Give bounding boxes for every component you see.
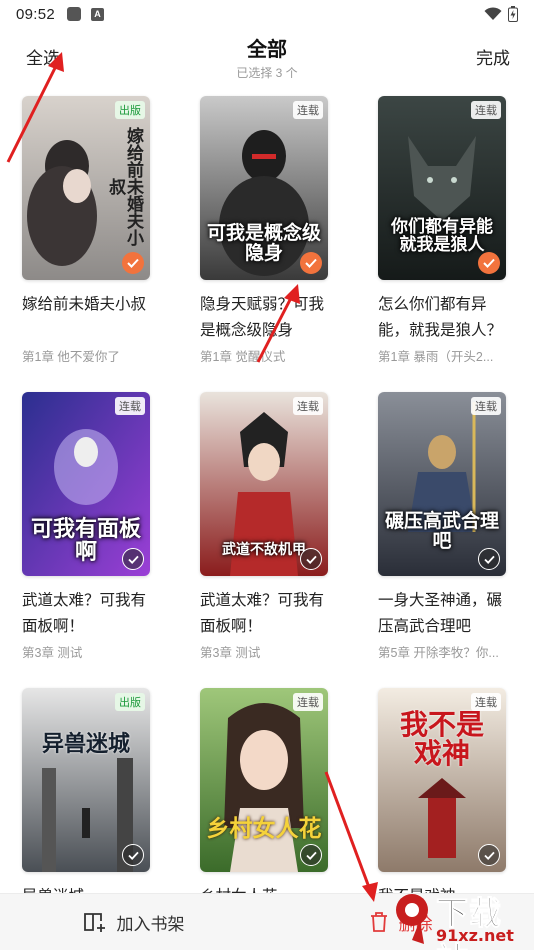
header: 全选 全部 已选择 3 个 完成: [0, 28, 534, 84]
cover-title: 碾压高武合理吧: [384, 511, 499, 552]
cover-title: 我不是戏神: [399, 709, 484, 770]
status-badge: 连载: [115, 397, 145, 415]
book-item[interactable]: 连载 碾压高武合理吧 一身大圣神通，碾压高武合理吧 第5章 开除李牧？你...: [378, 392, 506, 661]
status-badge: 连载: [293, 101, 323, 119]
cover-title: 异兽迷城: [41, 731, 130, 756]
add-bookshelf-icon: [83, 913, 105, 932]
book-cover[interactable]: 连载 乡村女人花: [200, 688, 328, 872]
book-title: 怎么你们都有异能，就我是狼人？: [378, 296, 503, 339]
book-cover[interactable]: 连载 你们都有异能就我是狼人: [378, 96, 506, 280]
status-badge: 连载: [471, 397, 501, 415]
add-to-shelf-button[interactable]: 加入书架: [0, 894, 267, 950]
book-chapter: 第3章 测试: [22, 646, 83, 660]
page-title: 全部: [247, 39, 287, 61]
status-badge: 出版: [115, 693, 145, 711]
notification-icon: [67, 7, 82, 21]
cover-title: 嫁给前未婚夫小叔: [106, 126, 143, 246]
book-title: 嫁给前未婚夫小叔: [22, 296, 147, 313]
book-cover[interactable]: 连载 可我有面板啊: [22, 392, 150, 576]
book-item[interactable]: 连载 可我有面板啊 武道太难？可我有面板啊！ 第3章 测试: [22, 392, 150, 661]
status-time: 09:52: [16, 5, 56, 23]
book-cover[interactable]: 连载 我不是戏神: [378, 688, 506, 872]
unselected-check-icon[interactable]: [122, 548, 144, 570]
book-cover[interactable]: 连载 碾压高武合理吧: [378, 392, 506, 576]
unselected-check-icon[interactable]: [122, 844, 144, 866]
book-title: 一身大圣神通，碾压高武合理吧: [378, 592, 503, 635]
book-chapter: 第3章 测试: [200, 646, 261, 660]
unselected-check-icon[interactable]: [300, 844, 322, 866]
book-chapter: 第5章 开除李牧？你...: [378, 646, 499, 660]
selected-check-icon[interactable]: [478, 252, 500, 274]
book-title: 武道太难？可我有面板啊！: [22, 592, 147, 635]
status-badge: 连载: [293, 397, 323, 415]
wifi-icon: [484, 7, 502, 20]
battery-icon: [508, 6, 518, 22]
book-title: 武道太难？可我有面板啊！: [200, 592, 325, 635]
book-cover[interactable]: 连载 武道不敌机甲: [200, 392, 328, 576]
watermark-url: 91xz.net: [436, 926, 514, 945]
status-badge: 出版: [115, 101, 145, 119]
status-bar: 09:52 A: [0, 0, 534, 28]
trash-icon: [370, 912, 387, 932]
book-cover[interactable]: 出版 嫁给前未婚夫小叔: [22, 96, 150, 280]
book-item[interactable]: 连载 武道不敌机甲 武道太难？可我有面板啊！ 第3章 测试: [200, 392, 328, 661]
app-notification-icon: A: [91, 7, 105, 21]
unselected-check-icon[interactable]: [478, 844, 500, 866]
book-item[interactable]: 连载 你们都有异能就我是狼人 怎么你们都有异能，就我是狼人？ 第1章 暴雨（开头…: [378, 96, 506, 365]
book-chapter: 第1章 觉醒仪式: [200, 350, 286, 364]
add-to-shelf-label: 加入书架: [116, 914, 185, 934]
book-chapter: 第1章 他不爱你了: [22, 350, 120, 364]
book-chapter: 第1章 暴雨（开头2...: [378, 350, 494, 364]
selection-count: 已选择 3 个: [236, 66, 298, 80]
site-watermark: 下载站 91xz.net: [390, 886, 534, 950]
status-badge: 连载: [471, 101, 501, 119]
book-cover[interactable]: 连载 可我是概念级隐身: [200, 96, 328, 280]
watermark-logo-icon: [396, 894, 428, 944]
unselected-check-icon[interactable]: [300, 548, 322, 570]
book-title: 隐身天赋弱？可我是概念级隐身: [200, 296, 325, 339]
status-badge: 连载: [293, 693, 323, 711]
done-button[interactable]: 完成: [476, 44, 510, 69]
unselected-check-icon[interactable]: [478, 548, 500, 570]
cover-title: 你们都有异能就我是狼人: [391, 217, 493, 254]
book-item[interactable]: 出版 嫁给前未婚夫小叔 嫁给前未婚夫小叔 第1章 他不爱你了: [22, 96, 150, 365]
book-cover[interactable]: 出版 异兽迷城: [22, 688, 150, 872]
selected-check-icon[interactable]: [122, 252, 144, 274]
cover-title: 乡村女人花: [206, 815, 322, 841]
selected-check-icon[interactable]: [300, 252, 322, 274]
book-item[interactable]: 连载 可我是概念级隐身 隐身天赋弱？可我是概念级隐身 第1章 觉醒仪式: [200, 96, 328, 365]
